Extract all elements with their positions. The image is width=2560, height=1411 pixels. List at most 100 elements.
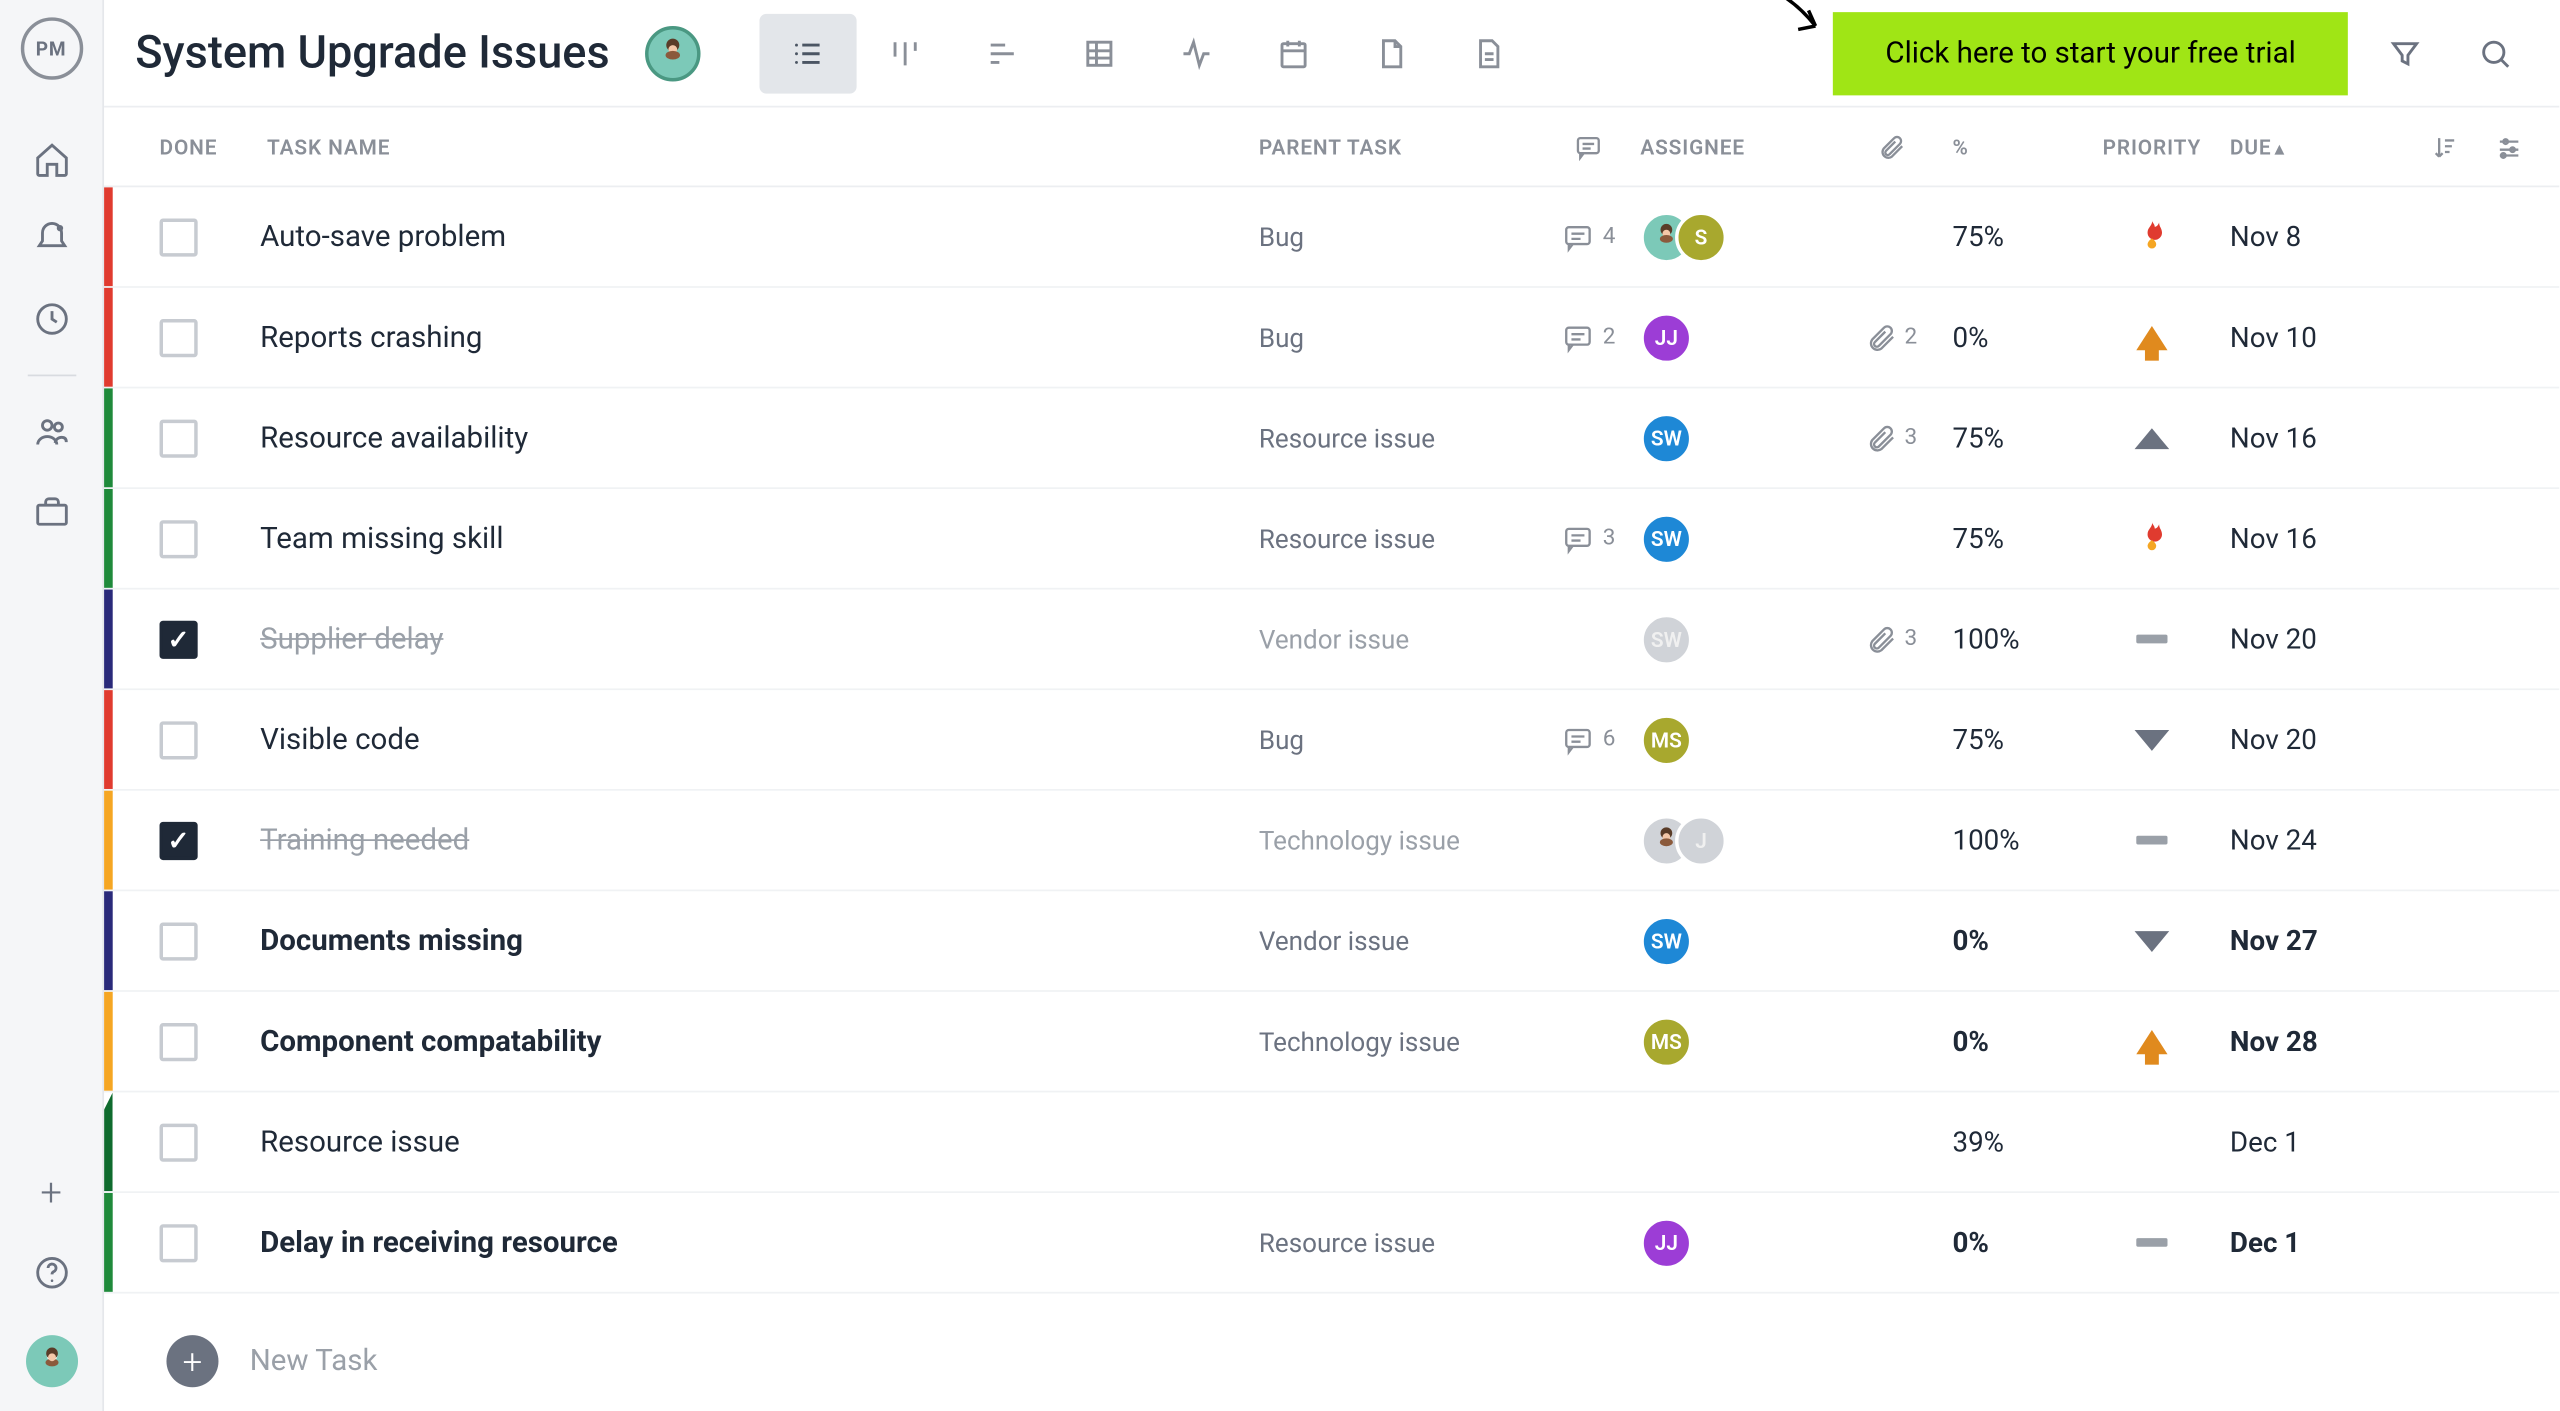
assignee-avatars[interactable]: S xyxy=(1640,211,1831,263)
search-icon[interactable] xyxy=(2462,20,2528,86)
assignee-avatars[interactable]: MS xyxy=(1640,1015,1831,1067)
assignee-avatars[interactable]: SW xyxy=(1640,412,1831,464)
parent-task: Vendor issue xyxy=(1259,624,1409,655)
settings-sliders-icon[interactable] xyxy=(2485,114,2532,180)
task-name: Resource availability xyxy=(260,420,528,455)
row-stripe xyxy=(104,288,113,387)
done-checkbox[interactable] xyxy=(160,620,198,658)
done-checkbox[interactable] xyxy=(160,922,198,960)
user-avatar[interactable] xyxy=(25,1335,77,1387)
col-due-header[interactable]: DUE xyxy=(2230,134,2421,158)
table-row[interactable]: Component compatabilityTechnology issueM… xyxy=(104,992,2559,1093)
comments-count[interactable]: 6 xyxy=(1561,724,1615,755)
done-checkbox[interactable] xyxy=(160,1123,198,1161)
done-checkbox[interactable] xyxy=(160,218,198,256)
assignee-avatars[interactable]: J xyxy=(1640,814,1831,866)
table-row[interactable]: Resource availabilityResource issueSW375… xyxy=(104,388,2559,489)
task-name: Delay in receiving resource xyxy=(260,1225,618,1260)
percent-complete: 39% xyxy=(1952,1125,2004,1158)
col-comments-header[interactable] xyxy=(1536,133,1640,161)
table-row[interactable]: Visible codeBug6MS75%Nov 20 xyxy=(104,690,2559,791)
comments-count[interactable]: 2 xyxy=(1561,322,1615,353)
table-row[interactable]: Documents missingVendor issueSW0%Nov 27 xyxy=(104,891,2559,992)
done-checkbox[interactable] xyxy=(160,1022,198,1060)
done-checkbox[interactable] xyxy=(160,821,198,859)
view-board-icon[interactable] xyxy=(856,13,953,93)
assignee-avatars[interactable]: MS xyxy=(1640,714,1831,766)
assignee-avatars[interactable]: SW xyxy=(1640,613,1831,665)
task-name: Reports crashing xyxy=(260,320,482,355)
priority-icon xyxy=(2074,836,2230,845)
view-doc-icon[interactable] xyxy=(1439,13,1536,93)
attachments-count[interactable]: 3 xyxy=(1866,422,1917,453)
table-row[interactable]: Team missing skillResource issue3SW75%No… xyxy=(104,489,2559,590)
assignee-avatars[interactable]: JJ xyxy=(1640,311,1831,363)
home-icon[interactable] xyxy=(16,125,85,194)
trial-cta-label: Click here to start your free trial xyxy=(1885,36,2295,71)
row-stripe xyxy=(104,590,113,689)
percent-complete: 75% xyxy=(1952,723,2004,756)
table-row[interactable]: Resource issue39%Dec 1 xyxy=(104,1092,2559,1193)
attachments-count[interactable]: 3 xyxy=(1866,623,1917,654)
due-date: Nov 27 xyxy=(2230,924,2318,957)
col-attachments-header[interactable] xyxy=(1831,133,1952,161)
done-checkbox[interactable] xyxy=(160,419,198,457)
due-date: Nov 20 xyxy=(2230,623,2317,656)
col-task-name-header[interactable]: TASK NAME xyxy=(267,134,1259,158)
percent-complete: 75% xyxy=(1952,421,2004,454)
project-owner-avatar[interactable] xyxy=(644,25,699,80)
table-row[interactable]: Reports crashingBug2JJ20%Nov 10 xyxy=(104,288,2559,389)
comments-count[interactable]: 3 xyxy=(1561,523,1615,554)
done-checkbox[interactable] xyxy=(160,519,198,557)
view-calendar-icon[interactable] xyxy=(1244,13,1341,93)
assignee-avatars[interactable]: SW xyxy=(1640,915,1831,967)
done-checkbox[interactable] xyxy=(160,1223,198,1261)
table-row[interactable]: Training neededTechnology issueJ100%Nov … xyxy=(104,791,2559,892)
row-stripe xyxy=(104,690,113,789)
task-name: Auto-save problem xyxy=(260,219,506,254)
view-activity-icon[interactable] xyxy=(1147,13,1244,93)
new-task-row[interactable]: + New Task xyxy=(104,1311,2559,1411)
row-stripe xyxy=(104,891,113,990)
app-logo[interactable]: PM xyxy=(20,17,82,79)
add-task-button[interactable]: + xyxy=(166,1335,218,1387)
task-name: Team missing skill xyxy=(260,521,503,556)
add-icon[interactable]: + xyxy=(16,1158,85,1227)
col-percent-header[interactable]: % xyxy=(1952,134,2073,158)
assignee-avatars[interactable]: SW xyxy=(1640,512,1831,564)
briefcase-icon[interactable] xyxy=(16,477,85,546)
view-sheet-icon[interactable] xyxy=(1050,13,1147,93)
table-row[interactable]: Supplier delayVendor issueSW3100%Nov 20 xyxy=(104,590,2559,691)
help-icon[interactable] xyxy=(16,1238,85,1307)
view-file-icon[interactable] xyxy=(1341,13,1438,93)
col-priority-header[interactable]: PRIORITY xyxy=(2074,134,2230,158)
col-done-header[interactable]: DONE xyxy=(160,134,268,158)
people-icon[interactable] xyxy=(16,397,85,466)
col-assignee-header[interactable]: ASSIGNEE xyxy=(1640,134,1831,158)
due-date: Dec 1 xyxy=(2230,1125,2300,1158)
col-parent-header[interactable]: PARENT TASK xyxy=(1259,134,1536,158)
filter-icon[interactable] xyxy=(2372,20,2438,86)
table-row[interactable]: Delay in receiving resourceResource issu… xyxy=(104,1193,2559,1294)
view-gantt-icon[interactable] xyxy=(953,13,1050,93)
parent-task: Technology issue xyxy=(1259,1027,1460,1058)
clock-icon[interactable] xyxy=(16,284,85,353)
due-date: Nov 10 xyxy=(2230,321,2317,354)
assignee-avatars[interactable]: JJ xyxy=(1640,1216,1831,1268)
bell-icon[interactable] xyxy=(16,205,85,274)
view-tabs xyxy=(759,13,1536,93)
done-checkbox[interactable] xyxy=(160,720,198,758)
due-date: Dec 1 xyxy=(2230,1226,2300,1259)
task-rows: Auto-save problemBug4S75%Nov 8 Reports cr… xyxy=(104,187,2559,1311)
attachments-count[interactable]: 2 xyxy=(1866,322,1917,353)
row-stripe xyxy=(104,1092,113,1191)
topbar: System Upgrade Issues Click here to star… xyxy=(104,0,2559,108)
table-row[interactable]: Auto-save problemBug4S75%Nov 8 xyxy=(104,187,2559,288)
comments-count[interactable]: 4 xyxy=(1561,221,1615,252)
done-checkbox[interactable] xyxy=(160,318,198,356)
view-list-icon[interactable] xyxy=(759,13,856,93)
sort-icon[interactable] xyxy=(2421,114,2468,180)
row-stripe xyxy=(104,187,113,286)
priority-icon xyxy=(2074,427,2230,448)
trial-cta-button[interactable]: Click here to start your free trial xyxy=(1833,11,2347,94)
